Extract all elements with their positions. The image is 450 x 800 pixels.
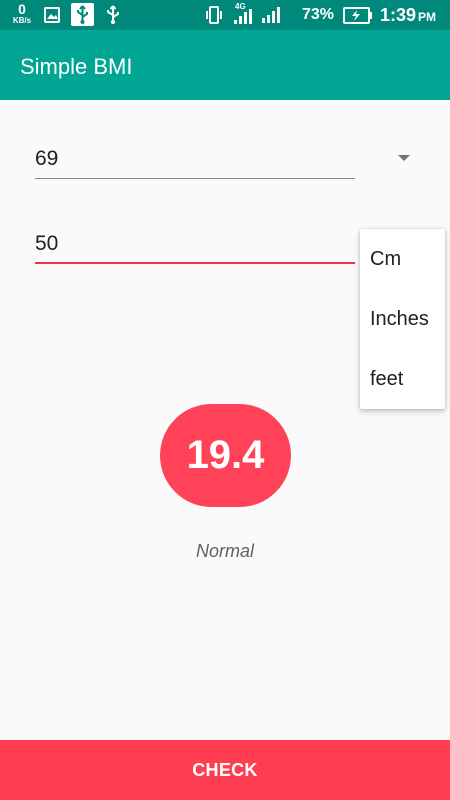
clock-time: 1:39 (380, 5, 417, 25)
app-bar: Simple BMI (0, 30, 450, 100)
weight-input-value: 69 (35, 147, 59, 170)
clock: 1:39 PM (380, 5, 436, 26)
bmi-result-badge: 19.4 (160, 404, 291, 507)
bmi-status-label: Normal (195, 541, 254, 561)
battery-percent: 73% (302, 6, 335, 23)
check-button-label: CHECK (192, 759, 258, 780)
clock-ampm: PM (418, 10, 437, 24)
vibrate-icon (206, 6, 222, 24)
height-input[interactable]: 50 (35, 228, 355, 264)
unit-spinner-arrow-icon[interactable] (398, 155, 410, 161)
weight-input[interactable]: 69 (35, 143, 355, 179)
check-button[interactable]: CHECK (0, 740, 450, 800)
unit-option-cm[interactable]: Cm (370, 248, 401, 271)
unit-option-inches[interactable]: Inches (370, 308, 429, 331)
signal-icon (262, 7, 280, 23)
bmi-value: 19.4 (186, 433, 265, 477)
network-speed: 0 KB/s (9, 2, 35, 25)
image-icon (44, 7, 60, 23)
usb-icon (107, 5, 119, 24)
app-title: Simple BMI (20, 54, 133, 79)
network-speed-unit: KB/s (12, 16, 32, 25)
weight-input-underline (35, 178, 355, 179)
battery-charging-icon (343, 7, 372, 24)
network-speed-value: 0 (18, 1, 26, 17)
height-input-underline (35, 262, 355, 264)
unit-dropdown: Cm Inches feet (360, 229, 445, 409)
usb-debug-icon (71, 3, 94, 26)
unit-option-feet[interactable]: feet (370, 368, 403, 391)
height-input-value: 50 (35, 232, 59, 255)
status-bar: 0 KB/s 4G 73% 1:39 PM (0, 0, 450, 30)
